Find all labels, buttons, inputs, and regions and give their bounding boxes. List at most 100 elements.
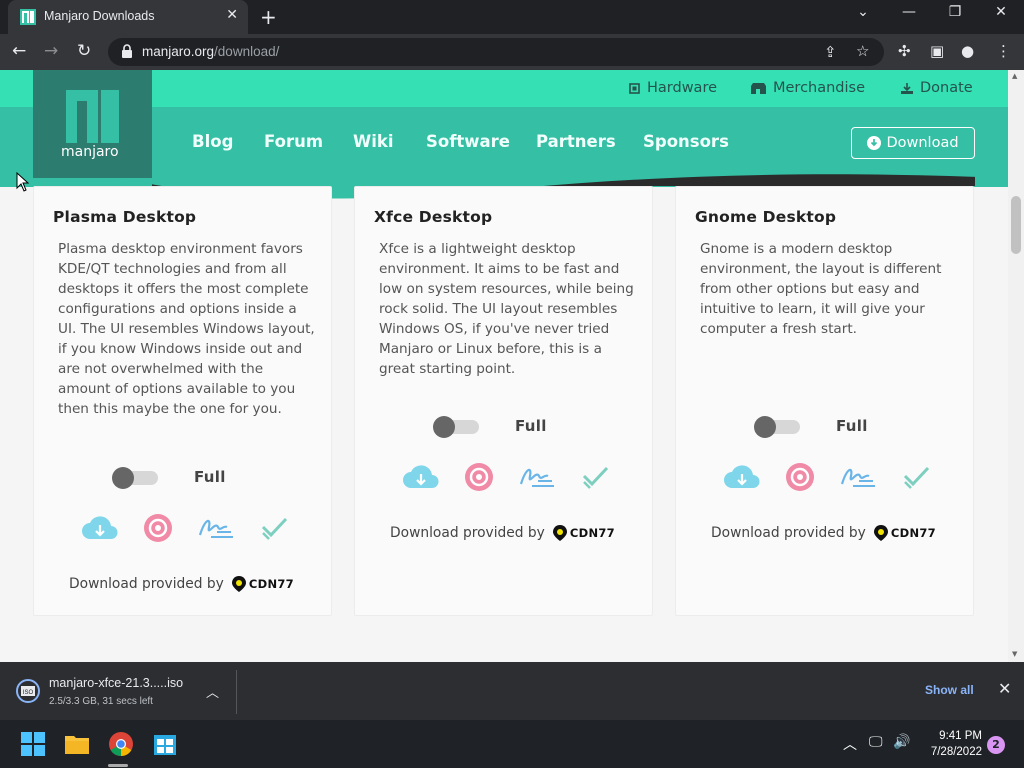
clock-time: 9:41 PM [939,730,982,742]
hardware-link[interactable]: Hardware [628,80,717,96]
page-content: Hardware Merchandise Donate manjaro Blog… [0,70,1008,662]
full-toggle[interactable] [754,416,800,438]
edition-card-xfce: Xfce Desktop Xfce is a lightweight deskt… [354,186,653,616]
cdn77-logo[interactable]: CDN77 [873,525,936,541]
cloud-download-icon[interactable] [402,462,440,492]
download-filename[interactable]: manjaro-xfce-21.3.....iso [49,676,183,690]
scroll-down-icon[interactable]: ▼ [1012,650,1017,658]
forward-arrow-icon[interactable]: → [44,41,58,61]
disc-icon[interactable] [781,462,819,492]
merchandise-link[interactable]: Merchandise [750,80,865,96]
active-app-indicator [108,764,128,767]
tab-search-icon[interactable]: ⌄ [840,4,886,20]
manjaro-logo[interactable]: manjaro [33,70,152,178]
chrome-icon[interactable] [107,730,135,758]
divider [236,670,237,714]
checkmark-icon[interactable] [255,513,293,543]
download-status: 2.5/3.3 GB, 31 secs left [49,696,153,707]
cloud-download-icon[interactable] [723,462,761,492]
edition-description: Plasma desktop environment favors KDE/QT… [58,241,315,417]
download-shelf-close-icon[interactable]: ✕ [998,679,1011,698]
cloud-download-icon[interactable] [81,513,119,543]
tab-close-icon[interactable]: ✕ [226,7,238,23]
nav-wiki[interactable]: Wiki [353,132,394,151]
provided-by: Download provided by CDN77 [390,525,615,541]
bookmark-star-icon[interactable]: ☆ [856,42,869,60]
reload-icon[interactable]: ↻ [77,41,91,61]
manjaro-logo-icon [66,90,119,143]
nav-partners[interactable]: Partners [536,132,616,151]
signature-icon[interactable] [518,462,556,492]
new-tab-button[interactable]: + [260,5,277,29]
signature-icon[interactable] [197,513,235,543]
toggle-label: Full [515,417,547,435]
back-arrow-icon[interactable]: ← [12,41,26,61]
notification-badge[interactable]: 2 [987,736,1005,754]
provided-by: Download provided by CDN77 [711,525,936,541]
show-all-button[interactable]: Show all [925,683,974,697]
checkmark-icon[interactable] [576,462,614,492]
scroll-up-icon[interactable]: ▲ [1012,72,1017,80]
restore-button[interactable]: ❐ [932,4,978,20]
window-close-button[interactable]: ✕ [978,4,1024,20]
checkmark-icon[interactable] [897,462,935,492]
nav-blog[interactable]: Blog [192,132,233,151]
menu-kebab-icon[interactable]: ⋮ [996,42,1011,60]
lock-icon [122,44,132,58]
address-bar[interactable]: manjaro.org/download/ ⇪ ☆ [108,38,884,66]
system-clock[interactable]: 9:41 PM 7/28/2022 [920,728,982,760]
disc-icon[interactable] [460,462,498,492]
download-options [402,462,614,492]
tray-overflow-chevron-icon[interactable]: ︿ [843,734,857,754]
download-options-chevron-icon[interactable]: ︿ [206,682,219,701]
sidepanel-icon[interactable]: ▣ [930,42,944,60]
windows-taskbar: ︿ 🖵 🔊 9:41 PM 7/28/2022 2 [0,720,1024,768]
download-options [81,513,293,543]
logo-text: manjaro [61,144,119,160]
full-toggle[interactable] [112,467,158,489]
extensions-icon[interactable]: ✣ [898,42,911,60]
edition-description: Gnome is a modern desktop environment, t… [700,241,942,337]
signature-icon[interactable] [839,462,877,492]
browser-tab[interactable]: Manjaro Downloads ✕ [8,0,248,34]
download-button[interactable]: Download [851,127,975,159]
download-circle-icon [867,136,882,150]
volume-icon[interactable]: 🔊 [893,734,910,750]
cdn77-logo[interactable]: CDN77 [552,525,615,541]
download-options [723,462,935,492]
nav-forum[interactable]: Forum [264,132,323,151]
tab-title: Manjaro Downloads [44,9,155,23]
store-icon [751,82,766,94]
iso-file-icon: ISO [16,679,40,703]
browser-toolbar: ← → ↻ manjaro.org/download/ ⇪ ☆ ✣ ▣ ● ⋮ [0,34,1024,70]
store-app-icon[interactable] [151,730,179,758]
share-icon[interactable]: ⇪ [824,43,837,61]
page-scrollbar[interactable]: ▲ ▼ [1008,70,1024,662]
cdn77-pin-icon [552,525,567,541]
donate-link[interactable]: Donate [900,80,973,96]
nav-software[interactable]: Software [426,132,510,151]
manjaro-favicon-icon [20,9,36,25]
profile-icon[interactable]: ● [961,42,974,60]
nav-sponsors[interactable]: Sponsors [643,132,729,151]
cdn77-pin-icon [873,525,888,541]
edition-title: Xfce Desktop [374,208,493,226]
scrollbar-thumb[interactable] [1011,196,1021,254]
edition-card-plasma: Plasma Desktop Plasma desktop environmen… [33,186,332,616]
browser-tab-bar: Manjaro Downloads ✕ + ⌄ — ❐ ✕ [0,0,1024,34]
full-toggle[interactable] [433,416,479,438]
cdn77-pin-icon [231,576,246,592]
clock-date: 7/28/2022 [930,746,982,758]
network-icon[interactable]: 🖵 [869,734,883,750]
disc-icon[interactable] [139,513,177,543]
file-explorer-icon[interactable] [63,730,91,758]
cdn77-logo[interactable]: CDN77 [231,576,294,592]
edition-title: Gnome Desktop [695,208,837,226]
edition-card-gnome: Gnome Desktop Gnome is a modern desktop … [675,186,974,616]
windows-start-icon[interactable] [19,730,47,758]
url-text: manjaro.org/download/ [142,44,280,59]
edition-title: Plasma Desktop [53,208,197,226]
svg-text:ISO: ISO [23,690,34,696]
minimize-button[interactable]: — [886,4,932,20]
toggle-label: Full [836,417,868,435]
